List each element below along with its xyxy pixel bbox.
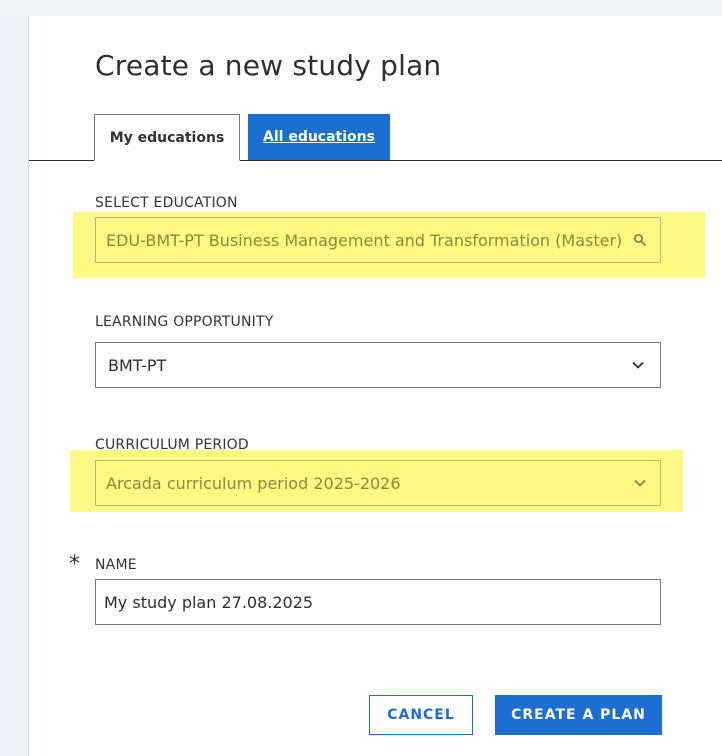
- search-icon[interactable]: [630, 230, 650, 250]
- learning-opportunity-label: LEARNING OPPORTUNITY: [95, 314, 274, 330]
- learning-opportunity-value: BMT-PT: [108, 355, 167, 375]
- curriculum-period-select[interactable]: Arcada curriculum period 2025-2026: [95, 460, 661, 506]
- select-education-label: SELECT EDUCATION: [95, 195, 238, 211]
- background-top-bar: [0, 0, 722, 17]
- app-viewport: Create a new study plan My educations Al…: [0, 0, 722, 756]
- chevron-down-icon[interactable]: [628, 355, 648, 375]
- curriculum-period-highlight: Arcada curriculum period 2025-2026: [70, 450, 683, 512]
- name-label: NAME: [95, 557, 137, 573]
- curriculum-period-label: CURRICULUM PERIOD: [95, 437, 249, 453]
- learning-opportunity-select[interactable]: BMT-PT: [95, 342, 661, 388]
- select-education-input[interactable]: EDU-BMT-PT Business Management and Trans…: [95, 217, 661, 263]
- chevron-down-icon[interactable]: [630, 473, 650, 493]
- tab-all-educations[interactable]: All educations: [248, 114, 390, 160]
- education-tabs: My educations All educations: [29, 114, 722, 161]
- curriculum-period-value: Arcada curriculum period 2025-2026: [106, 473, 401, 493]
- create-study-plan-dialog: Create a new study plan My educations Al…: [28, 16, 722, 756]
- select-education-value: EDU-BMT-PT Business Management and Trans…: [106, 230, 622, 250]
- select-education-highlight: EDU-BMT-PT Business Management and Trans…: [73, 212, 705, 278]
- create-plan-button[interactable]: CREATE A PLAN: [495, 695, 662, 735]
- name-input[interactable]: My study plan 27.08.2025: [95, 579, 661, 625]
- cancel-button[interactable]: CANCEL: [369, 695, 473, 735]
- name-value: My study plan 27.08.2025: [104, 592, 314, 612]
- required-marker: *: [69, 552, 80, 577]
- tab-my-educations[interactable]: My educations: [94, 114, 240, 161]
- background-left-strip: [0, 16, 29, 756]
- dialog-title: Create a new study plan: [95, 49, 442, 82]
